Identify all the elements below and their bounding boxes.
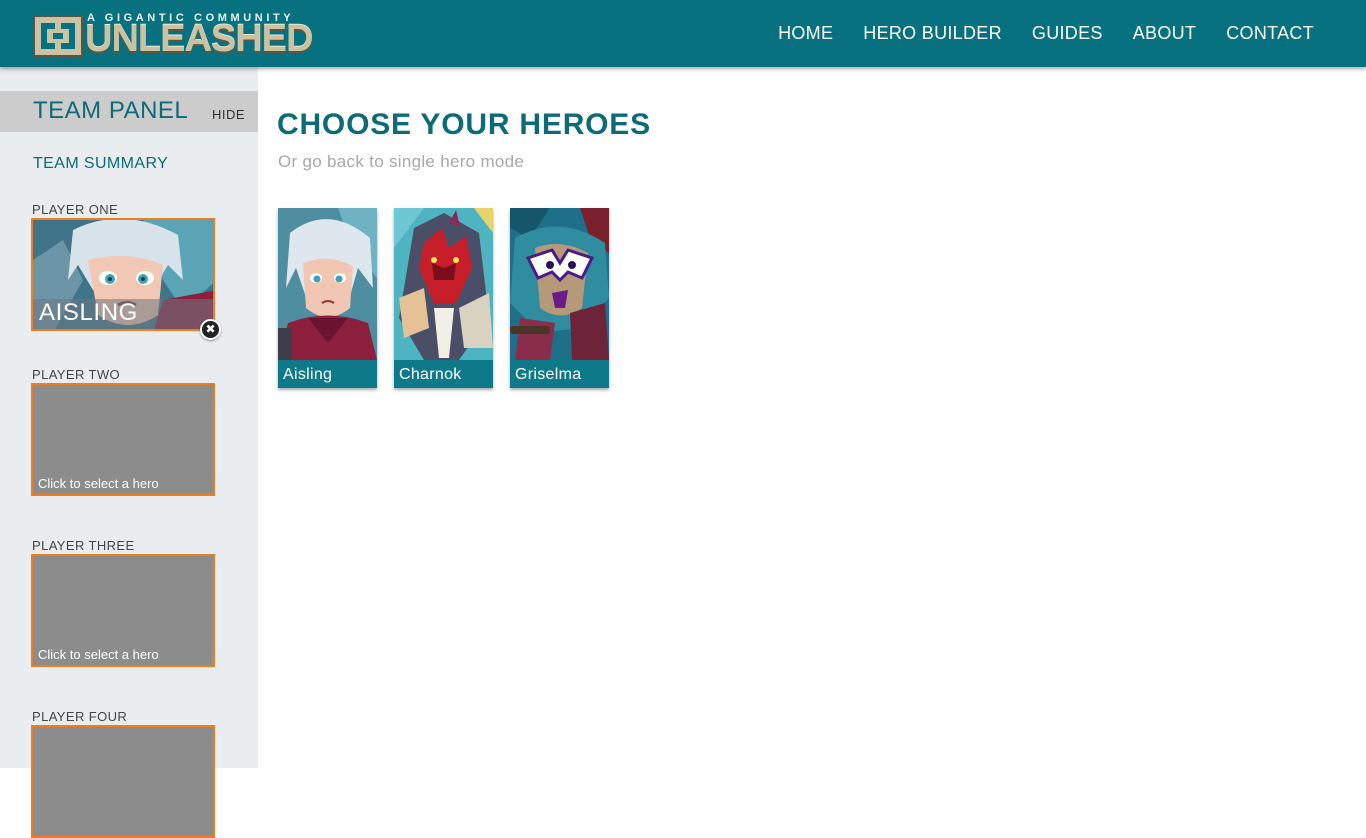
player-three-slot[interactable]: Click to select a hero: [31, 554, 215, 667]
single-hero-mode-link[interactable]: Or go back to single hero mode: [278, 152, 524, 172]
player-two-slot[interactable]: Click to select a hero: [31, 383, 215, 496]
griselma-hero-art: [510, 208, 609, 360]
charnok-hero-art: [394, 208, 493, 360]
hero-card-charnok[interactable]: Charnok: [394, 208, 493, 388]
player-one-slot[interactable]: AISLING: [31, 218, 215, 331]
player-three-hint: Click to select a hero: [38, 647, 159, 662]
hero-card-griselma[interactable]: Griselma: [510, 208, 609, 388]
player-four-label: PLAYER FOUR: [32, 709, 128, 724]
nav-home[interactable]: HOME: [778, 23, 833, 44]
player-two-label: PLAYER TWO: [32, 367, 121, 382]
page-title: CHOOSE YOUR HEROES: [277, 108, 651, 141]
nav-guides[interactable]: GUIDES: [1032, 23, 1103, 44]
hero-card-aisling[interactable]: Aisling: [278, 208, 377, 388]
hide-panel-button[interactable]: HIDE: [212, 107, 245, 122]
main-nav: HOME HERO BUILDER GUIDES ABOUT CONTACT: [778, 0, 1314, 67]
site-logo[interactable]: A GIGANTIC COMMUNITY UNLEASHED: [33, 12, 313, 58]
aisling-hero-art: [278, 208, 377, 360]
nav-about[interactable]: ABOUT: [1133, 23, 1197, 44]
top-navigation-bar: A GIGANTIC COMMUNITY UNLEASHED HOME HERO…: [0, 0, 1366, 67]
logo-emblem-icon: [33, 15, 83, 57]
player-one-hero-name: AISLING: [39, 299, 138, 326]
hero-name-aisling: Aisling: [283, 366, 333, 383]
nav-contact[interactable]: CONTACT: [1226, 23, 1314, 44]
player-one-label: PLAYER ONE: [32, 202, 119, 217]
remove-hero-close-icon[interactable]: ✖: [200, 319, 221, 340]
team-panel-header: TEAM PANEL HIDE: [0, 91, 258, 132]
team-panel: TEAM PANEL HIDE TEAM SUMMARY PLAYER ONE …: [0, 67, 258, 838]
player-three-label: PLAYER THREE: [32, 538, 135, 553]
team-summary-link[interactable]: TEAM SUMMARY: [33, 155, 168, 173]
player-two-hint: Click to select a hero: [38, 476, 159, 491]
logo-wordmark: UNLEASHED: [85, 18, 313, 60]
hero-name-charnok: Charnok: [399, 366, 462, 383]
player-four-slot[interactable]: [31, 725, 215, 838]
nav-hero-builder[interactable]: HERO BUILDER: [863, 23, 1002, 44]
hero-name-griselma: Griselma: [515, 366, 582, 383]
team-panel-title: TEAM PANEL: [33, 97, 189, 124]
